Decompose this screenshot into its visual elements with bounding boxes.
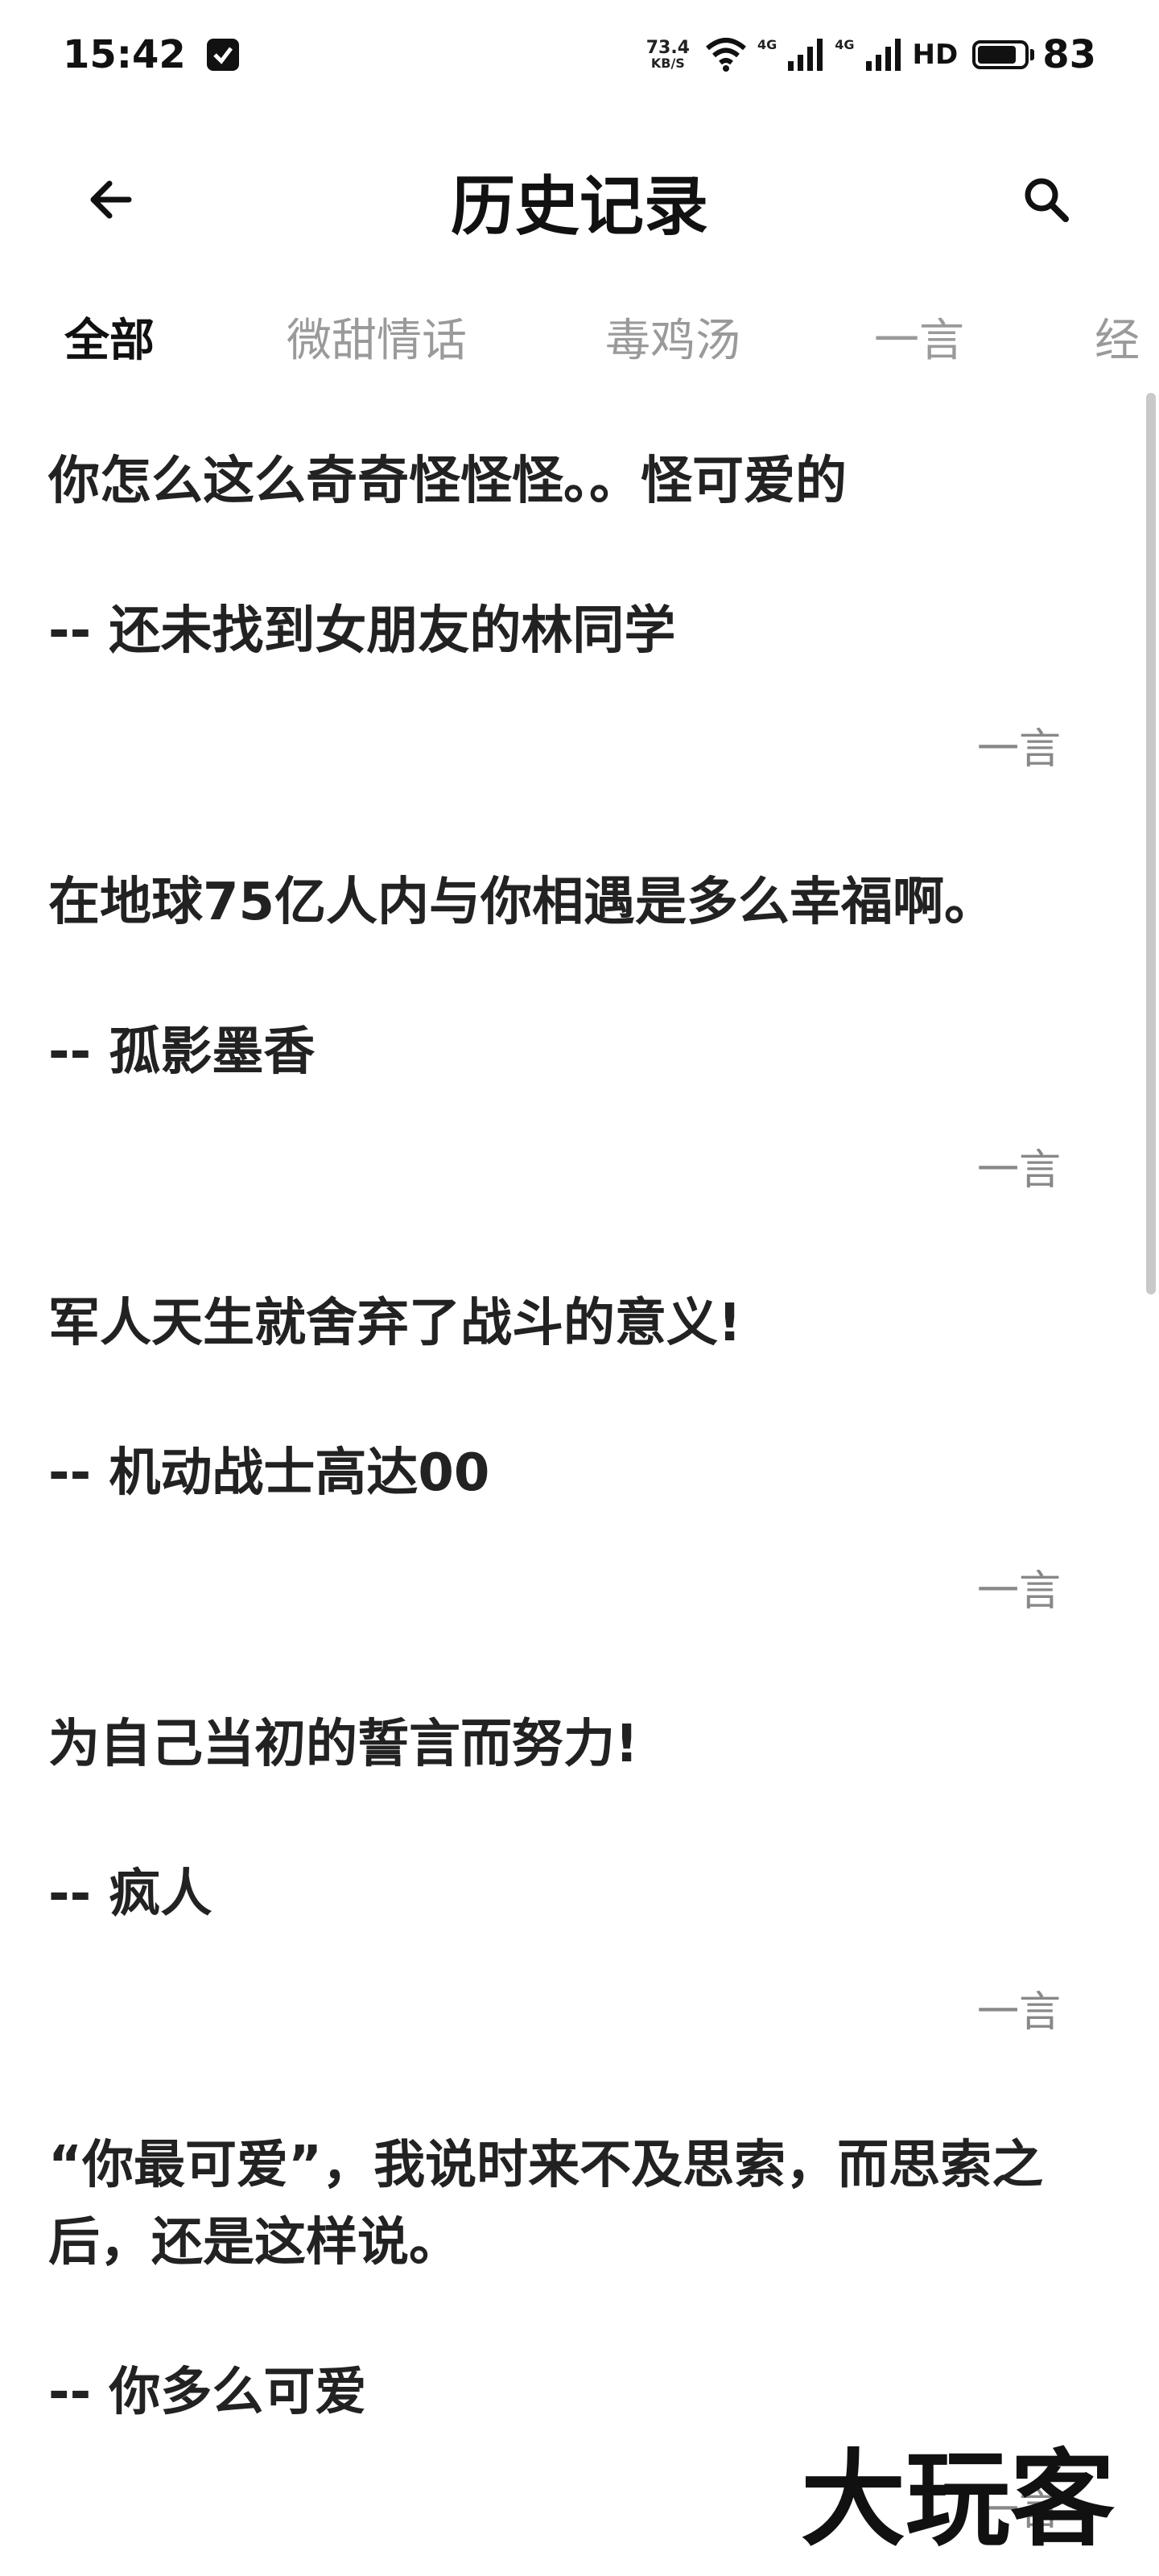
status-icons: 73.4 KB/S 4G 4G HD 83 [646, 32, 1096, 77]
signal-icon [865, 39, 901, 71]
battery-icon [972, 40, 1029, 69]
tab-sweet-words[interactable]: 微甜情话 [287, 304, 467, 369]
notification-icon [206, 39, 239, 71]
item-quote: 在地球75亿人内与你相遇是多么幸福啊。 [48, 873, 996, 932]
item-quote: 军人天生就舍弃了战斗的意义! [48, 1294, 742, 1353]
hd-indicator: HD [912, 39, 959, 71]
battery-fill [978, 46, 1016, 64]
item-tag: 一言 [976, 1567, 1061, 1616]
search-button[interactable] [1008, 161, 1085, 238]
list-item[interactable]: 在地球75亿人内与你相遇是多么幸福啊。 -- 孤影墨香 一言 [0, 864, 1135, 1196]
search-icon [1025, 178, 1069, 222]
item-author: -- 孤影墨香 [48, 1022, 316, 1082]
item-quote: “你最可爱”，我说时来不及思索，而思索之后，还是这样说。 [48, 2136, 1044, 2273]
page-title: 历史记录 [451, 169, 708, 244]
item-quote: 你怎么这么奇奇怪怪怪。。怪可爱的 [48, 452, 847, 511]
history-list: 你怎么这么奇奇怪怪怪。。怪可爱的 -- 还未找到女朋友的林同学 一言 在地球75… [0, 394, 1135, 2537]
watermark-text: 大玩客 [801, 2438, 1115, 2561]
battery-percent: 83 [1042, 32, 1096, 77]
status-bar: 15:42 73.4 KB/S 4G 4G HD 83 [0, 0, 1159, 109]
list-item[interactable]: 为自己当初的誓言而努力! -- 疯人 一言 [0, 1706, 1135, 2038]
item-tag: 一言 [976, 1146, 1061, 1195]
tab-classic[interactable]: 经 [1095, 304, 1140, 369]
item-tag: 一言 [976, 725, 1061, 774]
signal-icon [788, 39, 823, 71]
app-header: 历史记录 [0, 129, 1159, 258]
status-time: 15:42 [63, 32, 186, 77]
list-item[interactable]: 你怎么这么奇奇怪怪怪。。怪可爱的 -- 还未找到女朋友的林同学 一言 [0, 443, 1135, 775]
history-page: 15:42 73.4 KB/S 4G 4G HD 83 历史记录 全部 微甜情话… [0, 0, 1159, 2576]
item-quote: 为自己当初的誓言而努力! [48, 1715, 639, 1774]
watermark-logo: 大玩客 [801, 2438, 1115, 2561]
tab-all[interactable]: 全部 [64, 304, 155, 369]
net-speed: 73.4 KB/S [645, 38, 690, 71]
list-item[interactable]: 军人天生就舍弃了战斗的意义! -- 机动战士高达00 一言 [0, 1285, 1135, 1617]
item-author: -- 机动战士高达00 [48, 1443, 490, 1503]
scrollbar[interactable] [1146, 393, 1156, 1294]
item-author: -- 疯人 [48, 1864, 212, 1924]
tab-poison-soup[interactable]: 毒鸡汤 [605, 304, 740, 369]
signal-2-label: 4G [835, 37, 855, 52]
item-tag: 一言 [976, 1988, 1061, 2037]
battery: 83 [972, 32, 1096, 77]
wifi-icon [706, 38, 746, 72]
tab-hitokoto[interactable]: 一言 [874, 304, 964, 369]
category-tabs: 全部 微甜情话 毒鸡汤 一言 经 [0, 290, 1159, 386]
item-author: -- 还未找到女朋友的林同学 [48, 601, 676, 661]
signal-1-label: 4G [757, 37, 777, 52]
